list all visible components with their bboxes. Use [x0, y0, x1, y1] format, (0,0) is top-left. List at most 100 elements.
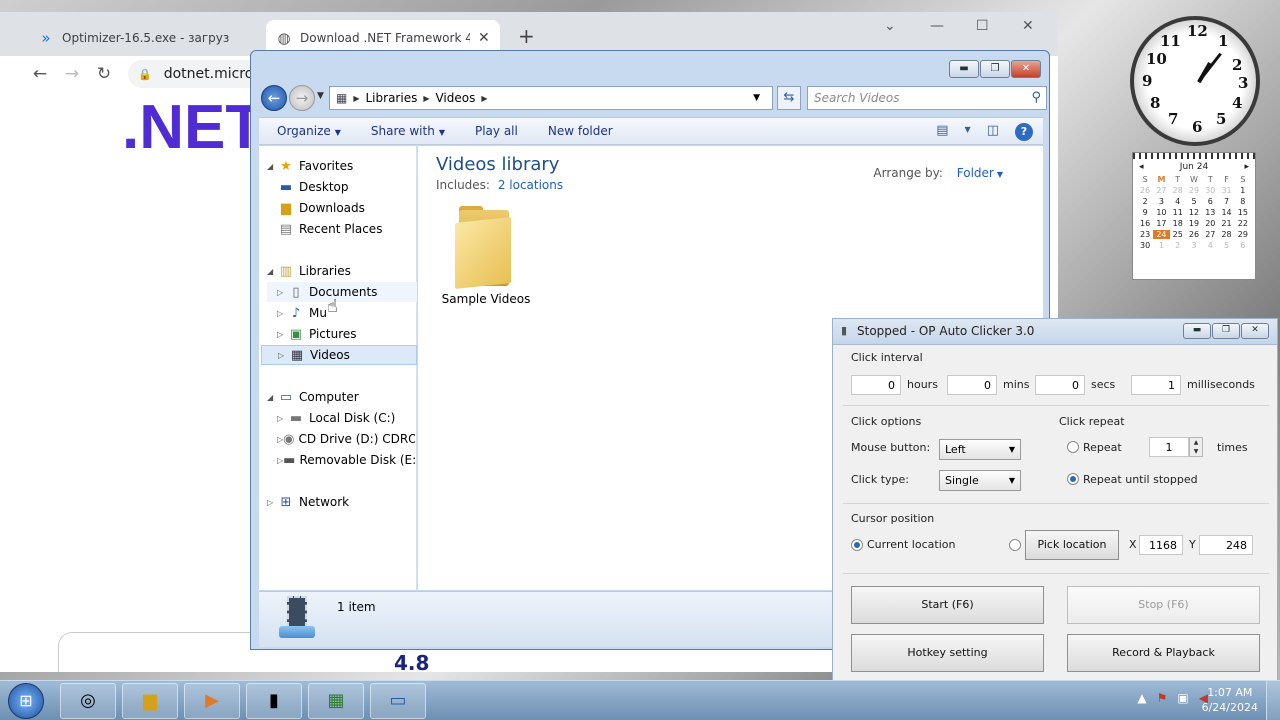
reload-icon[interactable]: ↻ [88, 64, 120, 84]
collapsed-triangle-icon[interactable]: ▷ [267, 498, 277, 507]
minimize-button[interactable]: ▬ [949, 60, 979, 78]
calendar-day[interactable]: 20 [1202, 219, 1218, 228]
calendar-day[interactable]: 30 [1137, 241, 1153, 250]
nav-music[interactable]: ▷ ♪ Mu [277, 303, 415, 323]
new-folder-button[interactable]: New folder [548, 124, 613, 138]
back-button[interactable]: ← [261, 85, 287, 111]
calendar-day[interactable]: 21 [1218, 219, 1234, 228]
auto-clicker-taskbar-icon[interactable]: ▮ [246, 683, 302, 719]
nav-videos[interactable]: ▷ ▦ Videos [261, 345, 417, 365]
milliseconds-input[interactable]: 1 [1131, 375, 1181, 395]
help-icon[interactable]: ? [1015, 123, 1033, 141]
chrome-taskbar-icon[interactable]: ◎ [60, 683, 116, 719]
nav-network[interactable]: ▷ ⊞ Network [267, 492, 415, 512]
calendar-day[interactable]: 7 [1218, 197, 1234, 206]
calendar-day[interactable]: 29 [1186, 186, 1202, 195]
folder-item[interactable]: Sample Videos [436, 206, 536, 306]
expanded-triangle-icon[interactable]: ◢ [267, 393, 277, 402]
mins-input[interactable]: 0 [947, 375, 997, 395]
taskbar-clock[interactable]: 1:07 AM 6/24/2024 [1202, 685, 1258, 715]
calendar-day[interactable]: 28 [1218, 230, 1234, 239]
breadcrumb-videos[interactable]: Videos [435, 91, 475, 105]
expanded-triangle-icon[interactable]: ◢ [267, 162, 277, 171]
organize-button[interactable]: Organize ▼ [277, 124, 341, 138]
locations-link[interactable]: 2 locations [498, 178, 563, 192]
collapsed-triangle-icon[interactable]: ▷ [278, 351, 288, 360]
record-playback-button[interactable]: Record & Playback [1067, 634, 1260, 672]
close-button[interactable]: ✕ [1011, 60, 1041, 78]
calendar-day[interactable]: 13 [1202, 208, 1218, 217]
calendar-day[interactable]: 3 [1153, 197, 1169, 206]
calendar-day[interactable]: 19 [1186, 219, 1202, 228]
start-button[interactable]: Start (F6) [851, 586, 1044, 624]
maximize-icon[interactable]: ☐ [976, 18, 989, 34]
calendar-day[interactable]: 1 [1153, 241, 1169, 250]
close-tab-icon[interactable]: ✕ [478, 30, 490, 46]
calendar-day[interactable]: 5 [1186, 197, 1202, 206]
prev-month-icon[interactable]: ◂ [1139, 162, 1144, 172]
nav-local-disk[interactable]: ▷ ▬ Local Disk (C:) [277, 408, 415, 428]
show-hidden-icons-icon[interactable]: ▲ [1137, 691, 1146, 705]
calendar-day[interactable]: 25 [1170, 230, 1186, 239]
explorer-taskbar-icon[interactable]: ▆ [122, 683, 178, 719]
remote-desktop-taskbar-icon[interactable]: ▭ [370, 683, 426, 719]
collapsed-triangle-icon[interactable]: ▷ [277, 309, 287, 318]
back-arrow-icon[interactable]: ← [24, 64, 56, 84]
next-month-icon[interactable]: ▸ [1244, 162, 1249, 172]
nav-removable-disk[interactable]: ▷ ▬ Removable Disk (E:) [277, 450, 415, 470]
pick-location-radio[interactable] [1009, 539, 1021, 551]
repeat-count-input[interactable]: 1 [1149, 437, 1189, 457]
minimize-icon[interactable]: — [930, 18, 944, 34]
calendar-day[interactable]: 6 [1202, 197, 1218, 206]
expanded-triangle-icon[interactable]: ◢ [267, 267, 277, 276]
calendar-day[interactable]: 5 [1218, 241, 1234, 250]
calendar-day[interactable]: 22 [1235, 219, 1251, 228]
maximize-button[interactable]: ❐ [980, 60, 1010, 78]
secs-input[interactable]: 0 [1035, 375, 1085, 395]
calendar-day[interactable]: 15 [1235, 208, 1251, 217]
preview-pane-icon[interactable]: ◫ [987, 123, 999, 141]
calendar-day[interactable]: 2 [1137, 197, 1153, 206]
history-dropdown-icon[interactable]: ▼ [317, 91, 324, 101]
collapsed-triangle-icon[interactable]: ▷ [277, 288, 287, 297]
media-player-taskbar-icon[interactable]: ▶ [184, 683, 240, 719]
calendar-day[interactable]: 14 [1218, 208, 1234, 217]
nav-computer[interactable]: ◢ ▭ Computer [267, 387, 415, 407]
stop-button[interactable]: Stop (F6) [1067, 586, 1260, 624]
calendar-day[interactable]: 8 [1235, 197, 1251, 206]
forward-arrow-icon[interactable]: → [56, 64, 88, 84]
calendar-day[interactable]: 4 [1170, 197, 1186, 206]
click-type-select[interactable]: Single ▼ [939, 470, 1021, 491]
search-icon[interactable]: ⚲ [1031, 90, 1041, 105]
explorer-address-bar[interactable]: ▦ ▶ Libraries ▶ Videos ▶ ▼ [329, 86, 773, 110]
flag-warning-icon[interactable]: ⚑ [1157, 691, 1168, 705]
calendar-day[interactable]: 18 [1170, 219, 1186, 228]
show-desktop-button[interactable] [1266, 681, 1280, 720]
nav-pictures[interactable]: ▷ ▣ Pictures [277, 324, 415, 344]
repeat-until-stopped-radio[interactable] [1067, 473, 1079, 485]
forward-button[interactable]: → [289, 85, 315, 111]
change-view-icon[interactable]: ▤ [936, 123, 948, 141]
calendar-day[interactable]: 4 [1202, 241, 1218, 250]
calendar-day[interactable]: 2 [1170, 241, 1186, 250]
calendar-day[interactable]: 26 [1137, 186, 1153, 195]
close-button[interactable]: ✕ [1241, 323, 1269, 339]
calendar-day[interactable]: 12 [1186, 208, 1202, 217]
task-manager-taskbar-icon[interactable]: ▦ [308, 683, 364, 719]
calendar-day[interactable]: 26 [1186, 230, 1202, 239]
x-coordinate-input[interactable]: 1168 [1139, 535, 1183, 555]
nav-favorites[interactable]: ◢ ★ Favorites [267, 156, 415, 176]
calendar-day[interactable]: 30 [1202, 186, 1218, 195]
pick-location-button[interactable]: Pick location [1025, 530, 1119, 560]
chevron-down-icon[interactable]: ⌄ [884, 18, 896, 34]
nav-downloads[interactable]: ▆ Downloads [277, 198, 415, 218]
calendar-day[interactable]: 11 [1170, 208, 1186, 217]
calendar-day[interactable]: 23 [1137, 230, 1153, 239]
hotkey-setting-button[interactable]: Hotkey setting [851, 634, 1044, 672]
play-all-button[interactable]: Play all [475, 124, 518, 138]
network-tray-icon[interactable]: ▣ [1177, 691, 1188, 705]
repeat-count-spinner[interactable]: ▲ ▼ [1189, 437, 1203, 457]
view-dropdown-icon[interactable]: ▼ [965, 123, 971, 141]
nav-libraries[interactable]: ◢ ▥ Libraries [267, 261, 415, 281]
repeat-radio[interactable] [1067, 441, 1079, 453]
